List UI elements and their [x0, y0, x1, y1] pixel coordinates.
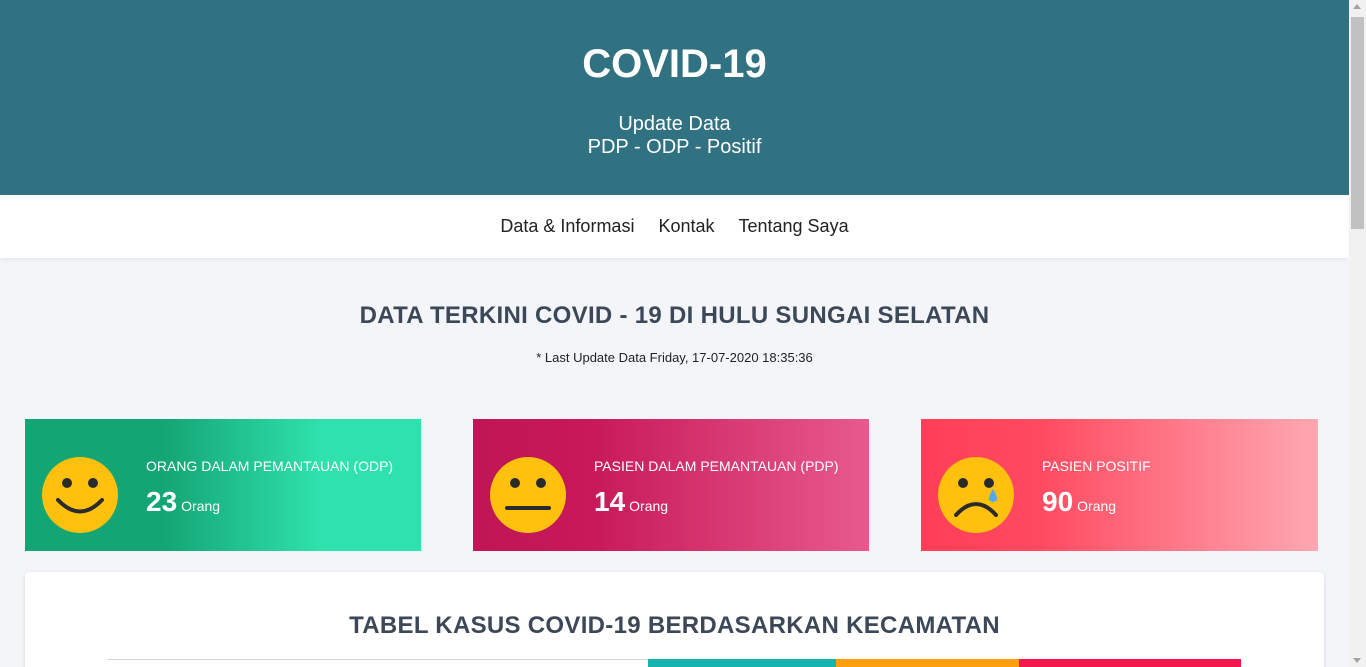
stat-count-positif: 90 Orang — [1042, 486, 1116, 518]
hero-subtitle: Update Data PDP - ODP - Positif — [0, 113, 1349, 159]
crying-face-icon — [938, 457, 1014, 533]
page-headline: DATA TERKINI COVID - 19 DI HULU SUNGAI S… — [359, 302, 990, 329]
nav-item-kontak[interactable]: Kontak — [646, 216, 726, 237]
nav-item-tentang-saya[interactable]: Tentang Saya — [727, 216, 861, 237]
stat-label-pdp: PASIEN DALAM PEMANTAUAN (PDP) — [594, 458, 839, 474]
case-table-title: TABEL KASUS COVID-19 BERDASARKAN KECAMAT… — [349, 612, 1000, 639]
table-header-cell-3 — [1019, 659, 1241, 667]
table-header-divider — [108, 659, 648, 660]
case-table-header — [108, 659, 1241, 667]
stat-unit-positif: Orang — [1077, 498, 1117, 514]
stat-unit-odp: Orang — [181, 498, 221, 514]
hero-subtitle-line2: PDP - ODP - Positif — [587, 136, 762, 158]
page: COVID-19 Update Data PDP - ODP - Positif… — [0, 0, 1349, 667]
smiling-face-icon — [42, 457, 118, 533]
stat-value-odp: 23 — [146, 486, 178, 517]
case-table-card: TABEL KASUS COVID-19 BERDASARKAN KECAMAT… — [25, 572, 1324, 667]
stat-card-odp: ORANG DALAM PEMANTAUAN (ODP) 23 Orang — [25, 419, 421, 551]
stat-value-pdp: 14 — [594, 486, 626, 517]
hero-subtitle-line1: Update Data — [618, 113, 731, 135]
nav-item-data-informasi[interactable]: Data & Informasi — [488, 216, 646, 237]
stat-cards: ORANG DALAM PEMANTAUAN (ODP) 23 Orang PAS… — [25, 419, 1318, 551]
stat-unit-pdp: Orang — [629, 498, 669, 514]
neutral-face-icon — [490, 457, 566, 533]
scrollbar-thumb[interactable] — [1351, 17, 1364, 229]
stat-value-positif: 90 — [1042, 486, 1074, 517]
stat-label-odp: ORANG DALAM PEMANTAUAN (ODP) — [146, 458, 394, 474]
stat-count-pdp: 14 Orang — [594, 486, 668, 518]
stat-card-pdp: PASIEN DALAM PEMANTAUAN (PDP) 14 Orang — [473, 419, 869, 551]
scroll-up-arrow-icon[interactable] — [1353, 4, 1361, 9]
stat-count-odp: 23 Orang — [146, 486, 220, 518]
table-header-cell-1 — [648, 659, 836, 667]
site-title: COVID-19 — [582, 42, 767, 86]
hero-banner: COVID-19 Update Data PDP - ODP - Positif — [0, 0, 1349, 195]
stat-label-positif: PASIEN POSITIF — [1042, 458, 1151, 474]
table-header-cell-2 — [836, 659, 1019, 667]
last-update-text: * Last Update Data Friday, 17-07-2020 18… — [536, 350, 813, 365]
page-scrollbar[interactable] — [1349, 0, 1366, 667]
scroll-down-arrow-icon[interactable] — [1353, 658, 1361, 663]
stat-card-positif: PASIEN POSITIF 90 Orang — [921, 419, 1318, 551]
main-nav: Data & Informasi Kontak Tentang Saya — [0, 195, 1349, 258]
